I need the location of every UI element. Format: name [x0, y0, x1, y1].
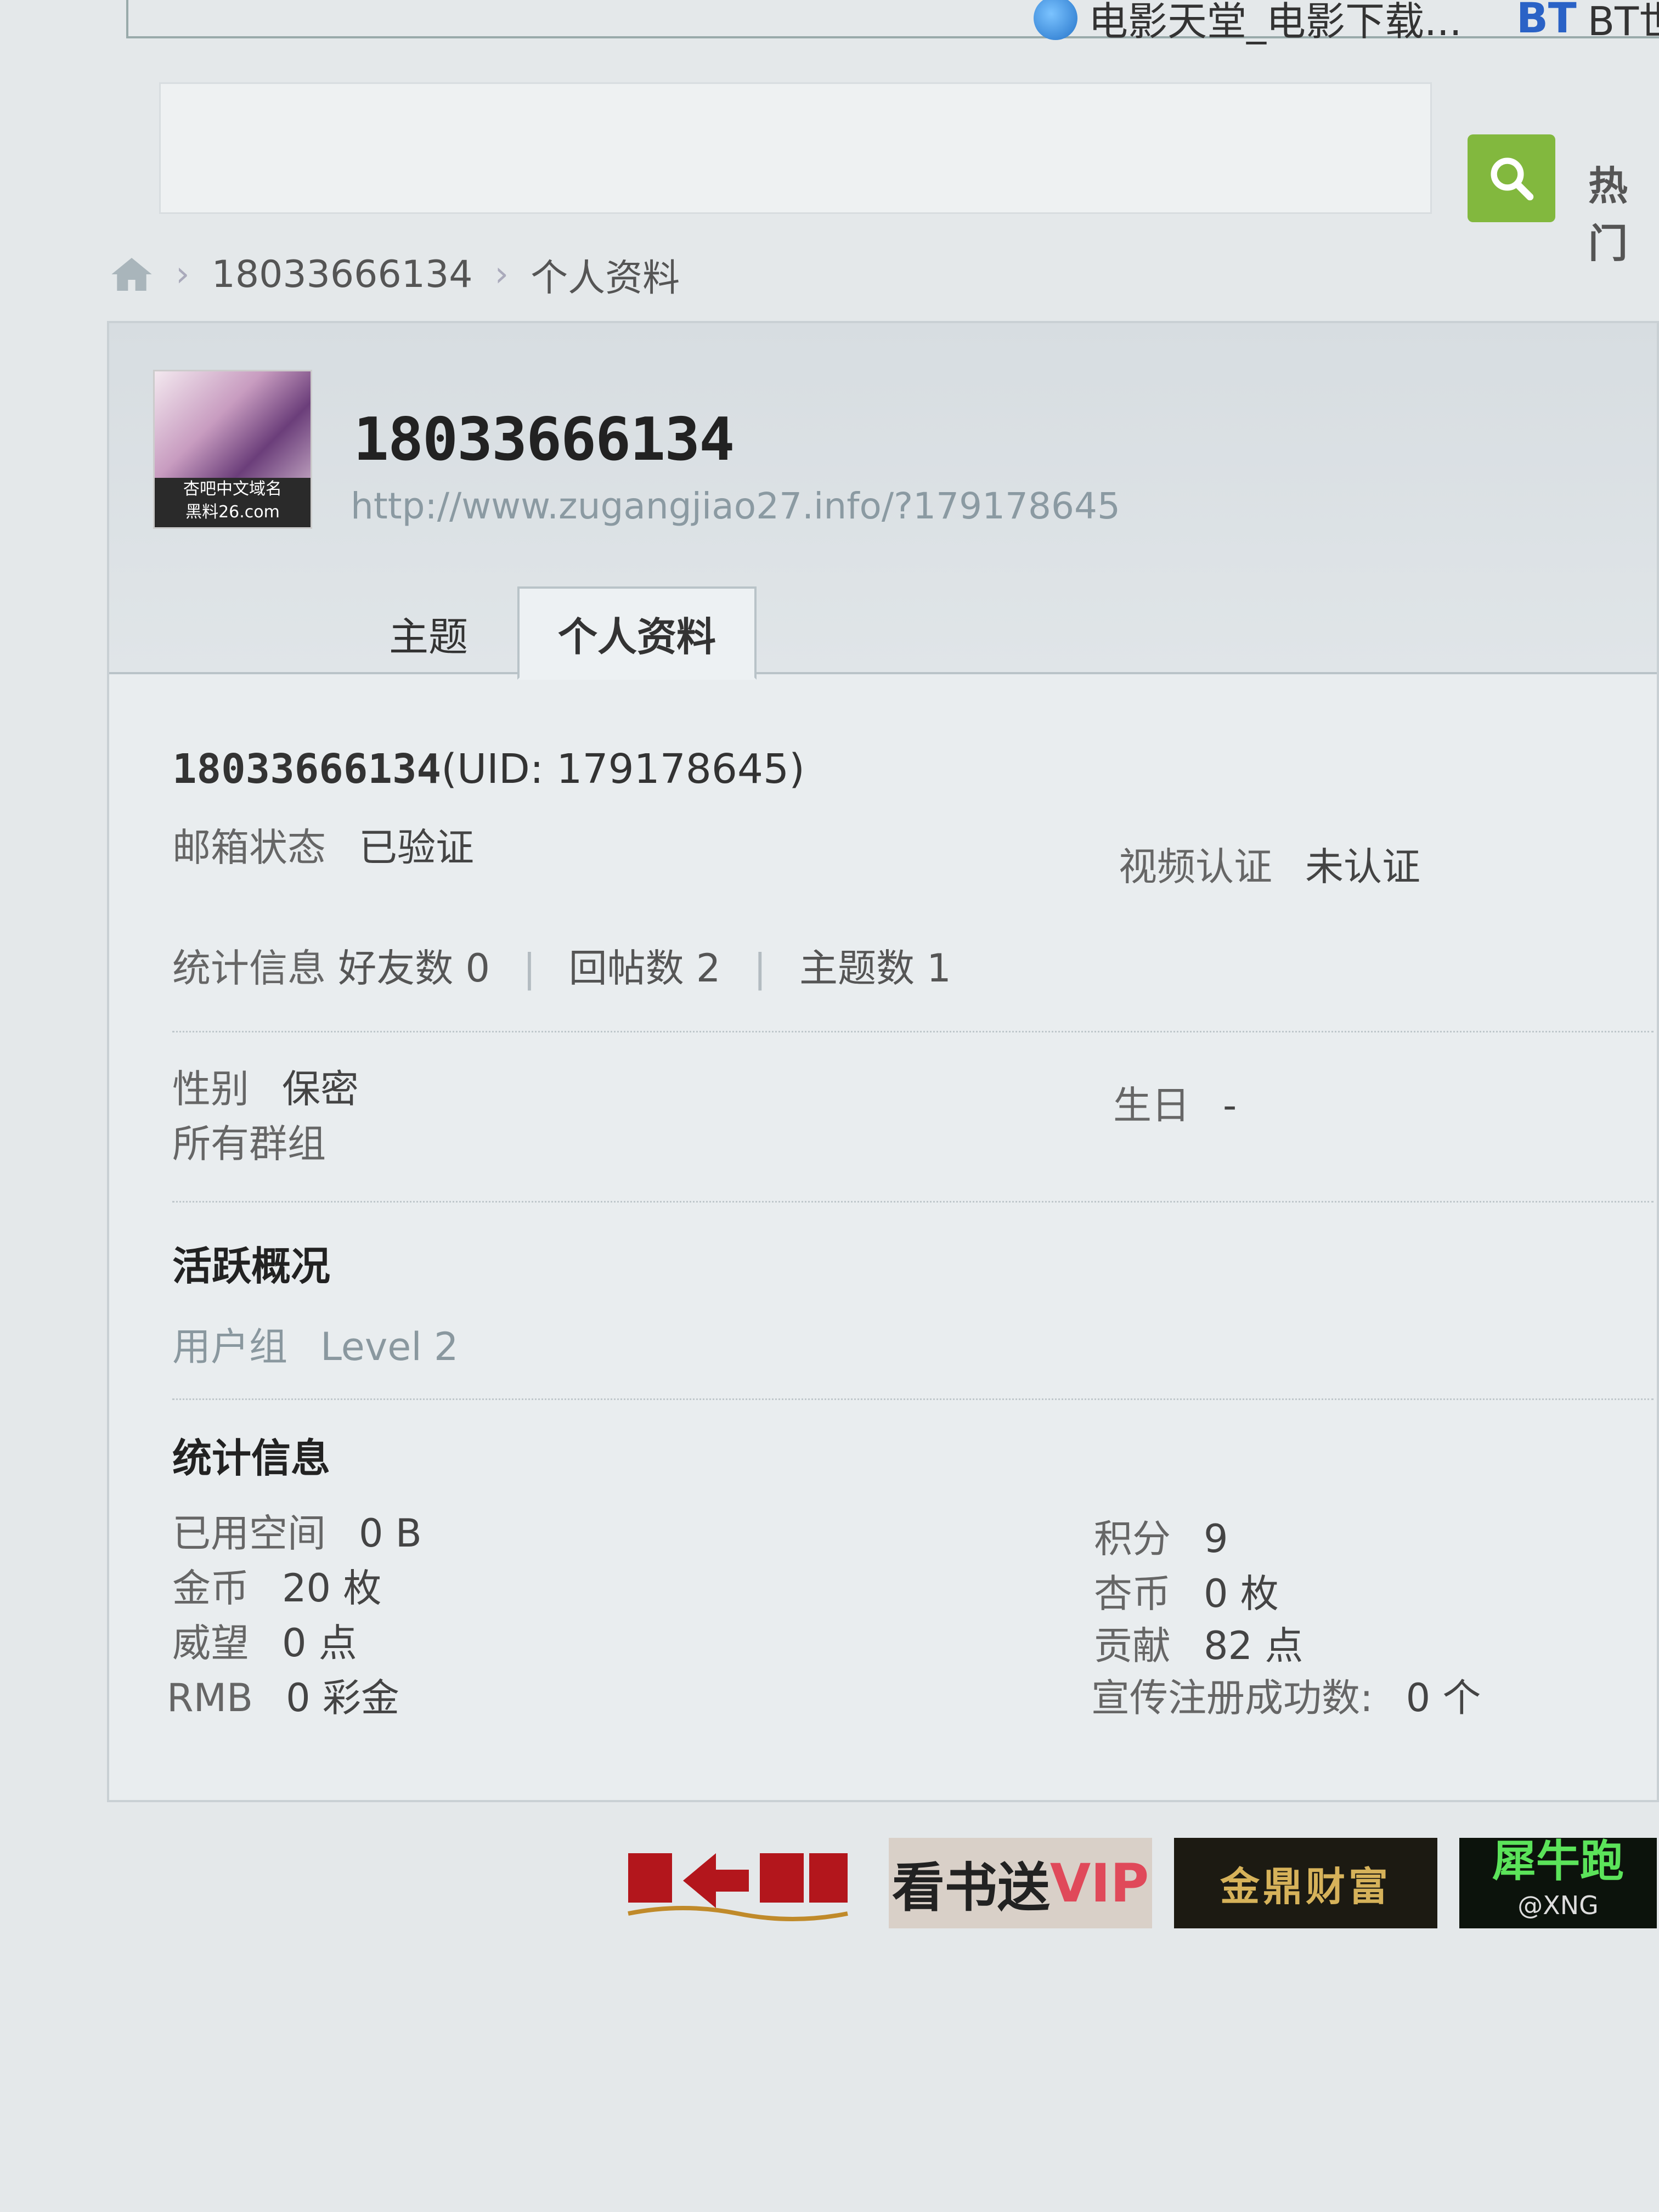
ad-banner-row: 看书送 VIP 金鼎财富 犀牛跑 @XNG — [609, 1838, 1657, 1928]
breadcrumb-user[interactable]: 18033666134 — [212, 253, 473, 296]
ad-banner-1[interactable] — [609, 1838, 867, 1928]
email-status: 邮箱状态 已验证 — [172, 825, 474, 870]
hot-link[interactable]: 热门 — [1588, 154, 1659, 269]
bookmark-bar: 电影天堂_电影下载... BT BT世 — [126, 0, 1659, 44]
profile-header: 杏吧中文域名 黑料26.com 18033666134 http://www.z… — [109, 323, 1657, 680]
uid-username: 18033666134 — [172, 746, 442, 793]
used-space: 已用空间 0 B — [172, 1511, 422, 1556]
ad-logo-icon — [628, 1853, 848, 1921]
birthday: 生日 - — [1113, 1083, 1237, 1128]
threads-count[interactable]: 主题数 1 — [799, 946, 951, 991]
divider — [172, 1201, 1654, 1203]
bookmark-bt[interactable]: BT BT世 — [1516, 0, 1659, 47]
all-groups: 所有群组 — [172, 1121, 326, 1166]
replies-count[interactable]: 回帖数 2 — [569, 946, 721, 991]
video-verification: 视频认证 未认证 — [1119, 844, 1420, 889]
user-group: 用户组 Level 2 — [172, 1324, 459, 1369]
stats-summary: 统计信息 好友数 0 | 回帖数 2 | 主题数 1 — [172, 946, 951, 991]
statistics-title: 统计信息 — [172, 1435, 331, 1481]
search-input[interactable] — [159, 82, 1432, 214]
globe-icon — [1034, 0, 1077, 40]
rmb: RMB 0 彩金 — [167, 1675, 399, 1720]
ad-banner-4[interactable]: 犀牛跑 @XNG — [1459, 1838, 1657, 1928]
profile-url[interactable]: http://www.zugangjiao27.info/?179178645 — [351, 485, 1120, 527]
chevron-right-icon: › — [176, 254, 190, 295]
prestige: 威望 0 点 — [172, 1621, 357, 1666]
contribution: 贡献 82 点 — [1094, 1623, 1304, 1668]
uid-text: (UID: 179178645) — [441, 746, 805, 793]
avatar[interactable]: 杏吧中文域名 黑料26.com — [153, 370, 312, 529]
gold-coins: 金币 20 枚 — [172, 1566, 382, 1611]
tab-threads[interactable]: 主题 — [351, 592, 506, 674]
bookmark-label: 电影天堂_电影下载... — [1088, 0, 1462, 44]
apricot-coins: 杏币 0 枚 — [1094, 1571, 1279, 1616]
profile-card: 杏吧中文域名 黑料26.com 18033666134 http://www.z… — [107, 321, 1659, 1802]
chevron-right-icon: › — [494, 254, 509, 295]
breadcrumb: › 18033666134 › 个人资料 — [110, 244, 680, 304]
gender: 性别 保密 — [172, 1066, 359, 1111]
home-icon[interactable] — [110, 255, 154, 294]
user-group-link[interactable]: Level 2 — [320, 1324, 459, 1369]
bookmark-label: BT世 — [1587, 0, 1659, 44]
bt-icon: BT — [1516, 0, 1577, 42]
referral-count: 宣传注册成功数: 0 个 — [1091, 1675, 1481, 1720]
ad-banner-3[interactable]: 金鼎财富 — [1174, 1838, 1437, 1928]
avatar-caption: 杏吧中文域名 黑料26.com — [155, 478, 311, 527]
divider — [172, 1031, 1654, 1032]
bookmark-movie[interactable]: 电影天堂_电影下载... — [1034, 0, 1462, 47]
divider — [172, 1398, 1654, 1400]
search-button[interactable] — [1468, 134, 1555, 222]
friends-count[interactable]: 好友数 0 — [338, 946, 490, 991]
tab-profile[interactable]: 个人资料 — [517, 586, 757, 680]
points: 积分 9 — [1094, 1516, 1228, 1561]
page-title: 18033666134 — [353, 405, 735, 474]
activity-title: 活跃概况 — [172, 1243, 331, 1289]
tab-bar: 主题 个人资料 — [351, 586, 757, 680]
uid-line: 18033666134(UID: 179178645) — [172, 746, 805, 793]
breadcrumb-current: 个人资料 — [531, 256, 680, 300]
ad-banner-2[interactable]: 看书送 VIP — [889, 1838, 1152, 1928]
search-icon — [1491, 157, 1534, 201]
